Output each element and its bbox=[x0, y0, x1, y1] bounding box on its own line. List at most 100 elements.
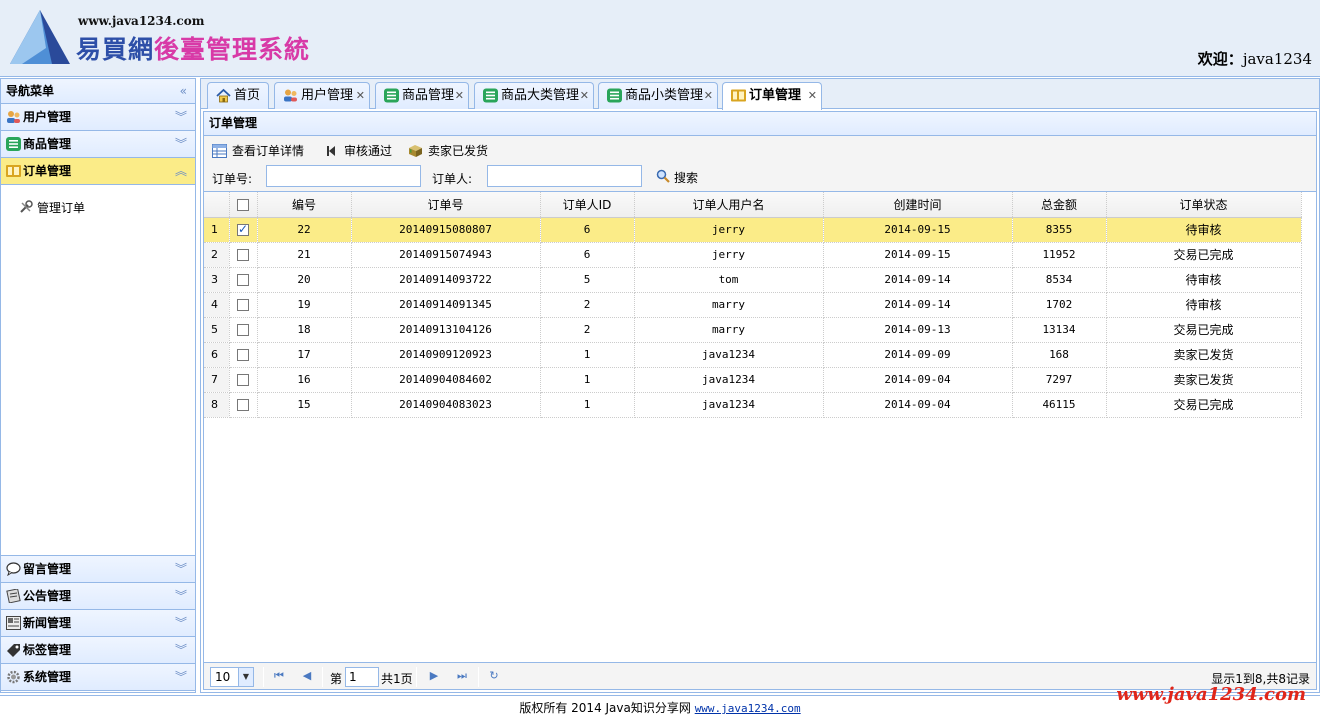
tag-icon bbox=[7, 644, 20, 657]
table-row[interactable]: 5 18 20140913104126 2 marry 2014-09-13 13134 交易… bbox=[204, 317, 1302, 343]
select-all-checkbox[interactable] bbox=[237, 198, 249, 211]
welcome-label: 欢迎： bbox=[1197, 50, 1243, 68]
column-header[interactable]: 创建时间 bbox=[823, 192, 1013, 218]
order-icon bbox=[6, 165, 21, 177]
row-checkbox[interactable] bbox=[237, 299, 249, 311]
users-icon bbox=[7, 111, 20, 123]
sidebar-item-notices[interactable]: 公告管理 ︾ bbox=[1, 583, 195, 610]
tab-big-category-management[interactable]: 商品大类管理 ✕ bbox=[474, 82, 594, 109]
chevron-down-icon[interactable]: ︾ bbox=[175, 610, 187, 636]
table-row[interactable]: 1 22201409150808076jerry2014-09-158355待审核 bbox=[204, 217, 1302, 243]
seller-shipped-label: 卖家已发货 bbox=[428, 144, 489, 158]
table-row[interactable]: 6 17 20140909120923 1 java1234 2014-09-09 168 卖… bbox=[204, 342, 1302, 368]
approve-button[interactable]: 审核通过 bbox=[324, 141, 392, 161]
chevron-down-icon[interactable]: ︾ bbox=[175, 583, 187, 609]
sidebar-item-users[interactable]: 用户管理 ︾ bbox=[1, 104, 195, 131]
tab-home[interactable]: 首页 bbox=[207, 82, 269, 109]
chevron-down-icon[interactable]: ︾ bbox=[175, 104, 187, 130]
order-no-label: 订单号: bbox=[212, 172, 253, 186]
sidebar-item-messages[interactable]: 留言管理 ︾ bbox=[1, 556, 195, 583]
home-icon bbox=[216, 88, 231, 103]
table-row[interactable]: 7 16 20140904084602 1 java1234 2014-09-04 7297… bbox=[204, 367, 1302, 393]
search-button[interactable]: 搜索 bbox=[656, 169, 698, 186]
cell-user-id: 1 bbox=[540, 342, 635, 368]
column-header[interactable]: 订单号 bbox=[351, 192, 541, 218]
cell-username: java1234 bbox=[634, 367, 824, 393]
row-checkbox[interactable] bbox=[237, 324, 249, 336]
tab-product-management[interactable]: 商品管理 ✕ bbox=[375, 82, 469, 109]
gear-icon bbox=[7, 670, 20, 684]
prev-page-button[interactable]: ◀ bbox=[300, 669, 314, 683]
users-icon bbox=[284, 89, 297, 102]
sidebar-item-system[interactable]: 系统管理 ︾ bbox=[1, 664, 195, 691]
sidebar-item-orders[interactable]: 订单管理 ︽ bbox=[1, 158, 195, 185]
chevron-down-icon[interactable]: ︾ bbox=[175, 637, 187, 663]
tab-bar: 首页 用户管理 ✕ 商品管理 ✕ 商品大类管理 ✕ 商品小类管理 ✕ 订单管理 … bbox=[201, 79, 1319, 110]
row-checkbox[interactable] bbox=[237, 222, 249, 236]
news-icon bbox=[6, 616, 21, 630]
cell-order-no: 20140909120923 bbox=[351, 342, 541, 368]
chevron-down-icon[interactable]: ︾ bbox=[175, 664, 187, 690]
chevron-up-icon[interactable]: ︽ bbox=[175, 158, 187, 184]
orderer-input[interactable] bbox=[487, 165, 642, 187]
page-size-value: 10 bbox=[215, 670, 231, 684]
prev-page-icon: ◀ bbox=[302, 669, 312, 682]
last-page-button[interactable]: ⏭ bbox=[455, 669, 469, 683]
chevron-down-icon[interactable]: ︾ bbox=[175, 131, 187, 157]
collapse-left-icon[interactable]: « bbox=[180, 79, 187, 103]
row-checkbox[interactable] bbox=[237, 274, 249, 286]
cell-created: 2014-09-15 bbox=[823, 217, 1013, 243]
table-row[interactable]: 4 19 20140914091345 2 marry 2014-09-14 1702 待审核 bbox=[204, 292, 1302, 318]
page-number-input[interactable]: 1 bbox=[345, 667, 379, 687]
cell-created: 2014-09-14 bbox=[823, 267, 1013, 293]
cell-order-no: 20140904084602 bbox=[351, 367, 541, 393]
orders-grid: 编号 订单号 订单人ID 订单人用户名 创建时间 总金额 订单状态 122201… bbox=[203, 191, 1317, 662]
column-header[interactable]: 订单人用户名 bbox=[634, 192, 824, 218]
dropdown-arrow-icon[interactable]: ▼ bbox=[238, 668, 253, 686]
tab-order-management[interactable]: 订单管理 ✕ bbox=[722, 82, 822, 110]
column-header[interactable]: 总金额 bbox=[1012, 192, 1107, 218]
table-row[interactable]: 3 20 20140914093722 5 tom 2014-09-14 8534 待审核 bbox=[204, 267, 1302, 293]
close-icon[interactable]: ✕ bbox=[808, 83, 817, 108]
close-icon[interactable]: ✕ bbox=[580, 83, 589, 108]
sidebar-item-news[interactable]: 新闻管理 ︾ bbox=[1, 610, 195, 637]
next-page-icon: ▶ bbox=[429, 669, 439, 682]
footer-link[interactable]: www.java1234.com bbox=[695, 702, 801, 715]
first-page-button[interactable]: ⏮ bbox=[272, 669, 286, 683]
column-header[interactable]: 编号 bbox=[257, 192, 352, 218]
next-page-button[interactable]: ▶ bbox=[427, 669, 441, 683]
close-icon[interactable]: ✕ bbox=[455, 83, 464, 108]
cell-username: jerry bbox=[634, 217, 824, 243]
close-icon[interactable]: ✕ bbox=[356, 83, 365, 108]
table-row[interactable]: 2 21 20140915074943 6 jerry 2014-09-15 11952 交易… bbox=[204, 242, 1302, 268]
tab-small-category-management[interactable]: 商品小类管理 ✕ bbox=[598, 82, 718, 109]
main-content: 首页 用户管理 ✕ 商品管理 ✕ 商品大类管理 ✕ 商品小类管理 ✕ 订单管理 … bbox=[200, 78, 1320, 693]
sidebar-subitem-manage-orders[interactable]: 管理订单 bbox=[19, 199, 85, 216]
cell-order-no: 20140915080807 bbox=[351, 217, 541, 243]
row-number: 6 bbox=[204, 342, 230, 368]
list-icon bbox=[483, 88, 498, 103]
table-row[interactable]: 8 15 20140904083023 1 java1234 2014-09-04 4611… bbox=[204, 392, 1302, 418]
row-select-cell bbox=[229, 392, 258, 418]
order-no-input[interactable] bbox=[266, 165, 421, 187]
column-header[interactable]: 订单状态 bbox=[1106, 192, 1302, 218]
sidebar-item-tags[interactable]: 标签管理 ︾ bbox=[1, 637, 195, 664]
cell-created: 2014-09-14 bbox=[823, 292, 1013, 318]
chevron-down-icon[interactable]: ︾ bbox=[175, 556, 187, 582]
row-checkbox[interactable] bbox=[237, 374, 249, 386]
view-order-detail-button[interactable]: 查看订单详情 bbox=[212, 141, 304, 161]
sidebar-item-products[interactable]: 商品管理 ︾ bbox=[1, 131, 195, 158]
row-select-cell bbox=[229, 342, 258, 368]
seller-shipped-button[interactable]: 卖家已发货 bbox=[408, 141, 488, 161]
row-checkbox[interactable] bbox=[237, 349, 249, 361]
close-icon[interactable]: ✕ bbox=[704, 83, 713, 108]
page-size-select[interactable]: 10 ▼ bbox=[210, 667, 254, 687]
column-header[interactable]: 订单人ID bbox=[540, 192, 635, 218]
row-number: 5 bbox=[204, 317, 230, 343]
copyright-text: 版权所有 2014 Java知识分享网 bbox=[519, 701, 695, 715]
row-checkbox[interactable] bbox=[237, 399, 249, 411]
refresh-button[interactable]: ↻ bbox=[487, 669, 501, 683]
row-checkbox[interactable] bbox=[237, 249, 249, 261]
orders-table: 编号 订单号 订单人ID 订单人用户名 创建时间 总金额 订单状态 122201… bbox=[204, 192, 1302, 418]
tab-user-management[interactable]: 用户管理 ✕ bbox=[274, 82, 370, 109]
